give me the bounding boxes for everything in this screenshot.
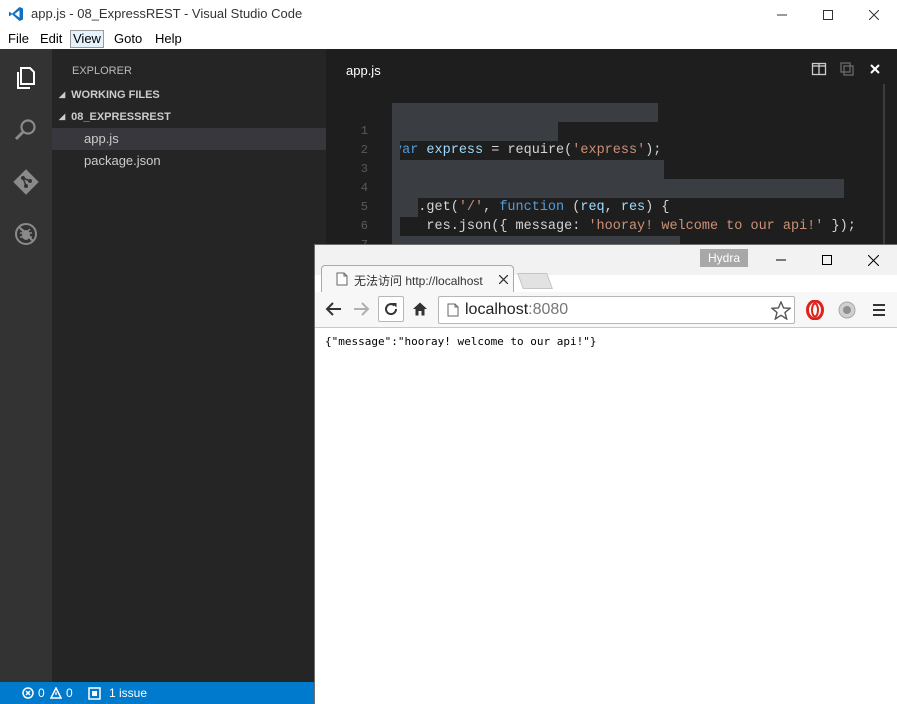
editor-scrollbar[interactable] — [883, 84, 885, 244]
reload-button[interactable] — [378, 296, 404, 322]
menu-view[interactable]: View — [70, 30, 104, 48]
search-icon[interactable] — [13, 117, 39, 143]
menu-bar: File Edit View Goto Help — [0, 29, 897, 49]
browser-maximize-button[interactable] — [804, 245, 850, 275]
issues-indicator[interactable]: 1 issue — [88, 686, 147, 700]
extension-button[interactable] — [836, 299, 858, 321]
code-line-7: 7 — [326, 198, 897, 252]
section-label: 08_EXPRESSREST — [71, 111, 171, 123]
section-working-files[interactable]: ◢ WORKING FILES — [52, 84, 326, 106]
vscode-logo-icon — [9, 7, 23, 21]
maximize-button[interactable] — [805, 0, 851, 29]
url-text: localhost:8080 — [465, 301, 568, 319]
page-info-icon[interactable] — [447, 303, 459, 317]
back-button[interactable] — [322, 298, 344, 320]
hamburger-menu-icon — [873, 304, 885, 316]
maximize-icon — [823, 9, 833, 20]
warning-icon — [50, 687, 62, 699]
collapse-triangle-icon: ◢ — [59, 112, 66, 121]
code-line-1: 1 var express = require('express'); — [326, 84, 897, 158]
error-icon — [22, 687, 34, 699]
browser-close-button[interactable] — [850, 245, 896, 275]
profile-badge[interactable]: Hydra — [700, 249, 749, 267]
forward-arrow-icon — [354, 302, 370, 316]
menu-edit[interactable]: Edit — [38, 31, 64, 47]
minimize-icon — [777, 14, 787, 15]
code-line-2: 2 var app = express(); — [326, 103, 897, 177]
code-line-3: 3 — [326, 122, 897, 176]
browser-toolbar: localhost:8080 — [315, 292, 897, 328]
forward-button[interactable] — [351, 298, 373, 320]
close-editor-icon[interactable] — [867, 61, 883, 77]
page-icon — [336, 272, 348, 286]
reload-icon — [385, 303, 398, 316]
editor-tab-title[interactable]: app.js — [346, 63, 381, 78]
opera-extension-button[interactable] — [804, 299, 826, 321]
code-line-5: 5 res.json({ message: 'hooray! welcome t… — [326, 160, 897, 234]
file-app-js[interactable]: app.js — [52, 128, 326, 150]
debug-icon[interactable] — [13, 221, 39, 247]
menu-help[interactable]: Help — [153, 31, 184, 47]
activity-bar — [0, 49, 52, 682]
minimize-button[interactable] — [759, 0, 805, 29]
opera-icon — [806, 300, 824, 320]
home-button[interactable] — [409, 298, 431, 320]
tab-title: 无法访问 http://localhost — [354, 274, 483, 288]
menu-goto[interactable]: Goto — [112, 31, 144, 47]
bookmark-star-icon[interactable] — [771, 301, 791, 320]
issue-icon — [88, 686, 101, 700]
errors-indicator[interactable]: 0 — [22, 686, 45, 700]
back-arrow-icon — [325, 302, 341, 316]
close-icon — [869, 9, 879, 20]
git-icon[interactable] — [13, 169, 39, 195]
warning-count: 0 — [66, 686, 73, 700]
code-line-8: 8 app.listen(process.env.PORT || 8080); — [326, 217, 897, 291]
page-content: {"message":"hooray! welcome to our api!"… — [315, 329, 897, 704]
close-icon — [867, 254, 879, 266]
section-label: WORKING FILES — [71, 89, 160, 101]
url-host: localhost — [465, 301, 529, 318]
status-bar: 0 0 1 issue — [0, 682, 314, 704]
issues-label: 1 issue — [109, 686, 148, 700]
json-response: {"message":"hooray! welcome to our api!"… — [325, 335, 597, 348]
browser-tab[interactable]: 无法访问 http://localhost — [321, 265, 514, 293]
file-package-json[interactable]: package.json — [52, 150, 326, 172]
close-button[interactable] — [851, 0, 897, 29]
menu-file[interactable]: File — [6, 31, 31, 47]
warnings-indicator[interactable]: 0 — [50, 686, 73, 700]
explorer-title: EXPLORER — [72, 65, 132, 77]
maximize-icon — [822, 255, 832, 265]
split-editor-icon[interactable] — [811, 61, 827, 77]
browser-minimize-button[interactable] — [758, 245, 804, 275]
section-project-folder[interactable]: ◢ 08_EXPRESSREST — [52, 106, 326, 128]
explorer-icon[interactable] — [13, 65, 39, 91]
home-icon — [413, 302, 427, 316]
open-changes-icon[interactable] — [839, 61, 855, 77]
code-line-4: 4 app.get('/', function (req, res) { — [326, 141, 897, 215]
extension-circle-icon — [838, 301, 856, 319]
collapse-triangle-icon: ◢ — [59, 90, 66, 99]
explorer-sidebar: EXPLORER ◢ WORKING FILES ◢ 08_EXPRESSREST … — [52, 49, 326, 682]
minimize-icon — [776, 259, 786, 261]
vscode-titlebar: app.js - 08_ExpressREST - Visual Studio … — [0, 0, 897, 29]
close-tab-icon[interactable] — [499, 275, 508, 284]
browser-window: Hydra 无法访问 http://localhost localhost:80… — [314, 244, 897, 704]
address-bar[interactable]: localhost:8080 — [438, 296, 795, 324]
url-port: :8080 — [528, 301, 569, 318]
error-count: 0 — [38, 686, 45, 700]
menu-button[interactable] — [868, 299, 890, 321]
code-line-6: 6 }); — [326, 179, 897, 253]
new-tab-button[interactable] — [517, 273, 553, 289]
window-title: app.js - 08_ExpressREST - Visual Studio … — [31, 6, 303, 21]
